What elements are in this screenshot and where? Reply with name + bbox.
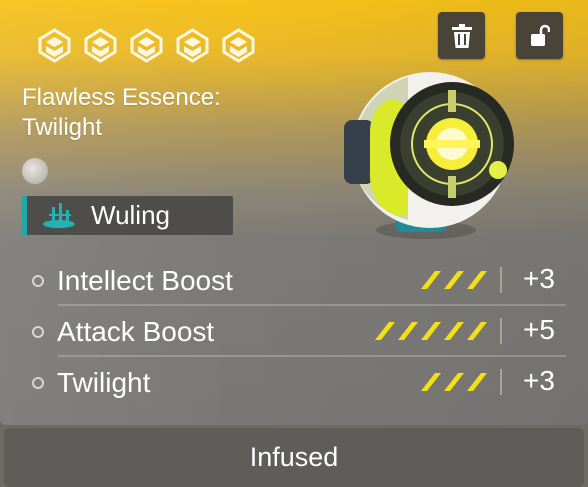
stat-pip — [444, 322, 464, 340]
wuling-faction-icon — [43, 202, 75, 228]
stat-separator — [500, 318, 502, 344]
trash-icon — [451, 23, 472, 48]
stat-level-pips — [421, 373, 487, 391]
rarity-star-icon — [130, 28, 163, 63]
stat-pip — [398, 322, 418, 340]
stat-pip — [375, 322, 395, 340]
lock-toggle-button[interactable] — [516, 12, 563, 59]
infused-status-button[interactable]: Infused — [4, 428, 584, 487]
stat-name: Twilight — [57, 367, 151, 398]
stat-pip — [421, 373, 441, 391]
stat-value: +3 — [523, 365, 555, 396]
essence-orb-image — [344, 72, 514, 239]
stat-level-pips — [375, 322, 487, 340]
stat-pip — [421, 271, 441, 289]
stat-bullet-icon — [32, 326, 44, 338]
stat-pip — [421, 322, 441, 340]
stat-pip — [467, 322, 487, 340]
stat-row-attack-boost: Attack Boost +5 — [0, 306, 588, 356]
set-emblem-icon — [22, 158, 48, 184]
rarity-star-icon — [176, 28, 209, 63]
stat-row-intellect-boost: Intellect Boost +3 — [0, 255, 588, 305]
stat-bullet-icon — [32, 275, 44, 287]
stat-pip — [444, 271, 464, 289]
item-title: Flawless Essence: Twilight — [22, 84, 221, 141]
faction-tag: Wuling — [22, 196, 233, 235]
faction-accent-bar — [22, 196, 27, 235]
stat-pip — [444, 373, 464, 391]
stat-level-pips — [421, 271, 487, 289]
rarity-stars — [38, 28, 255, 63]
faction-name: Wuling — [91, 200, 171, 230]
rarity-star-icon — [38, 28, 71, 63]
stat-separator — [500, 369, 502, 395]
stat-name: Intellect Boost — [57, 265, 233, 296]
stat-pip — [467, 373, 487, 391]
stat-name: Attack Boost — [57, 316, 215, 347]
stat-row-twilight: Twilight +3 — [0, 357, 588, 407]
stat-value: +3 — [523, 263, 555, 294]
delete-button[interactable] — [438, 12, 485, 59]
rarity-star-icon — [84, 28, 117, 63]
rarity-star-icon — [222, 28, 255, 63]
stat-separator — [500, 267, 502, 293]
stat-bullet-icon — [32, 377, 44, 389]
unlock-icon — [530, 24, 550, 46]
stat-pip — [467, 271, 487, 289]
stat-value: +5 — [523, 314, 555, 345]
